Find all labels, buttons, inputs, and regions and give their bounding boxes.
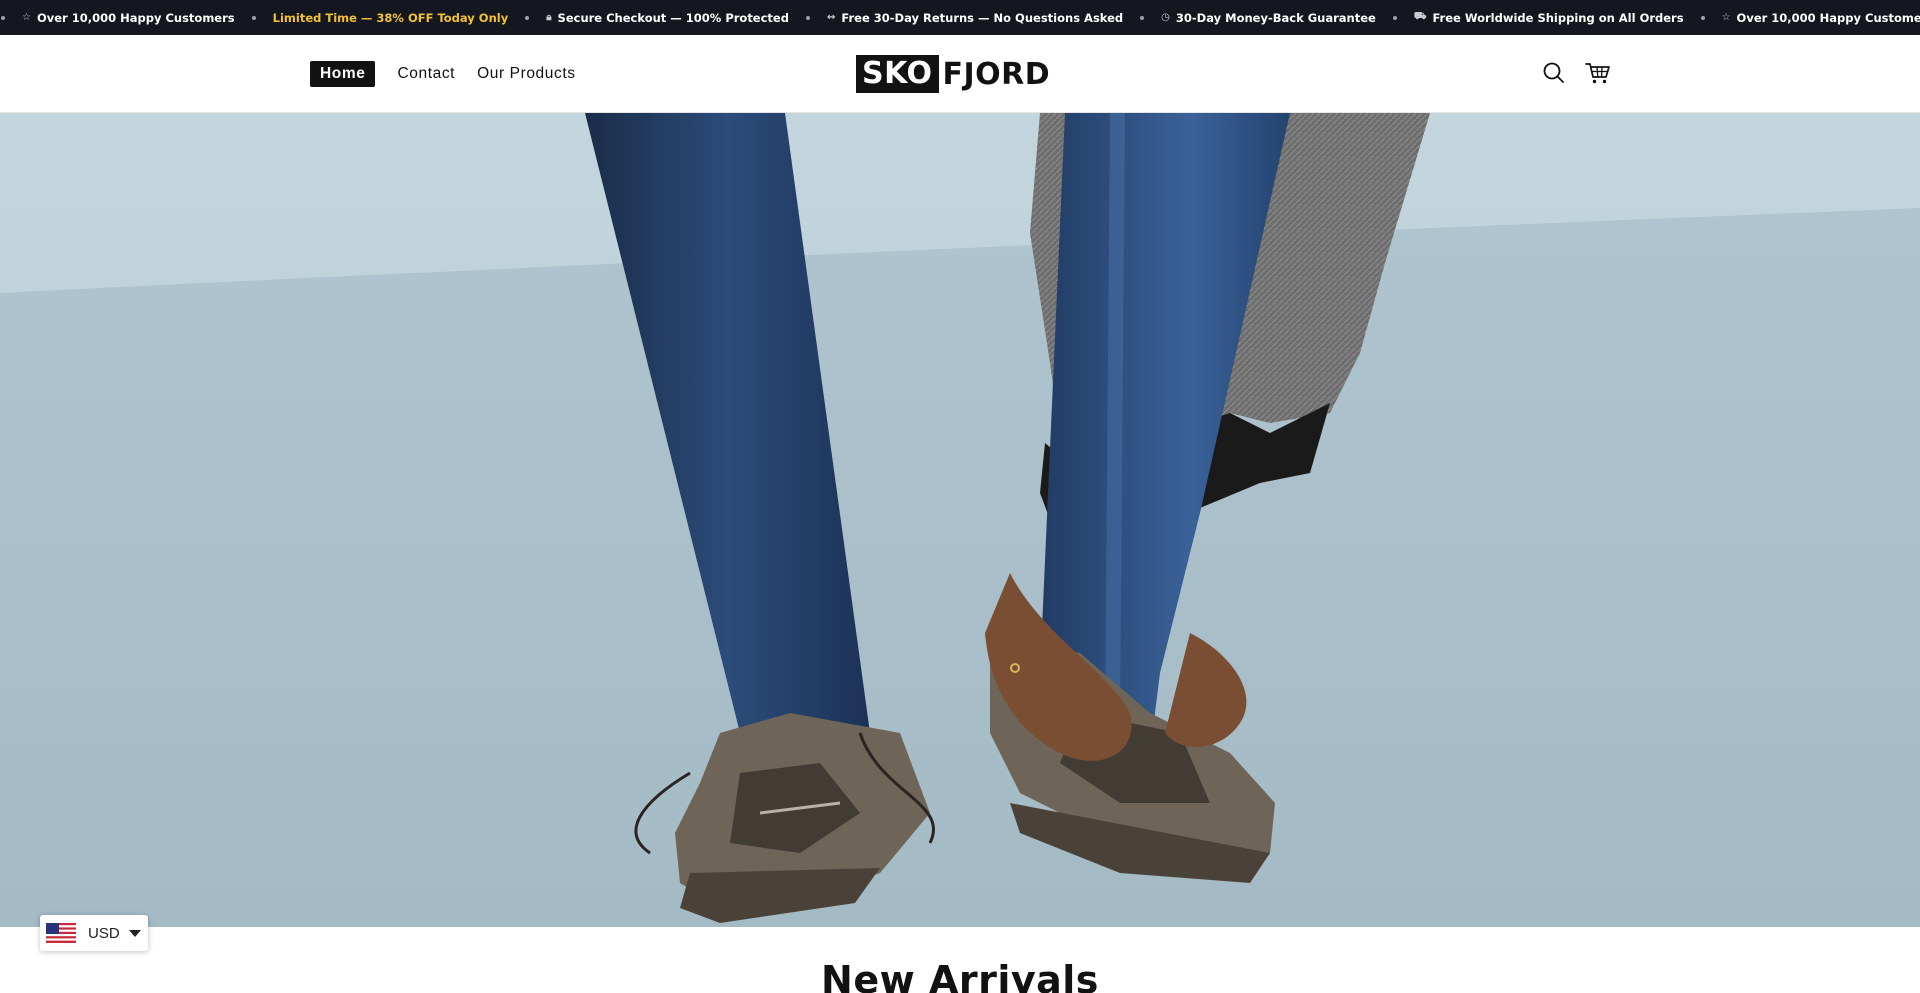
currency-selector[interactable]: USD (40, 915, 148, 951)
separator-dot (251, 15, 256, 20)
currency-code: USD (88, 924, 120, 942)
clock-icon: ◷ (1161, 12, 1170, 23)
main-nav: Home Contact Our Products (310, 61, 598, 87)
separator-dot (1, 15, 5, 20)
separator-dot (525, 15, 530, 20)
announcement-item: ☆ Over 10,000 Happy Customers (22, 0, 235, 35)
announcement-text: Secure Checkout — 100% Protected (557, 10, 789, 25)
announcement-item: 🔒︎ Secure Checkout — 100% Protected (546, 0, 789, 35)
announcement-track: ☆ Over 10,000 Happy Customers Limited Time… (0, 0, 1920, 35)
star-icon: ☆ (22, 12, 31, 23)
separator-dot (1140, 15, 1145, 20)
search-icon (1543, 62, 1564, 83)
separator-dot (1392, 15, 1397, 20)
announcement-text: Over 10,000 Happy Customers (36, 10, 235, 25)
hero-image (0, 113, 1920, 927)
hero-banner (0, 113, 1920, 927)
section-title: New Arrivals (821, 958, 1099, 993)
site-logo[interactable]: SKO FJORD (856, 55, 1050, 93)
separator-dot (805, 15, 810, 20)
chevron-down-icon (128, 929, 141, 937)
announcement-text: Over 10,000 Happy Customers (1736, 10, 1920, 25)
cart-button[interactable] (1584, 59, 1612, 87)
nav-our-products[interactable]: Our Products (477, 65, 576, 83)
announcement-text: Limited Time — 38% OFF Today Only (272, 10, 509, 25)
site-header: Home Contact Our Products SKO FJORD (0, 35, 1920, 113)
logo-text: FJORD (942, 56, 1051, 92)
announcement-bar: ☆ Over 10,000 Happy Customers Limited Time… (0, 0, 1920, 35)
cart-icon (1585, 63, 1610, 84)
announcement-item: ◷ 30-Day Money-Back Guarantee (1161, 0, 1376, 35)
logo-boxed-text: SKO (856, 55, 939, 93)
truck-icon: ⛟ (1413, 11, 1427, 22)
announcement-text: Free 30-Day Returns — No Questions Asked (841, 10, 1124, 25)
announcement-item: ⛟ Free Worldwide Shipping on All Orders (1414, 0, 1684, 35)
lock-icon: 🔒︎ (546, 12, 552, 23)
separator-dot (1700, 15, 1705, 20)
announcement-item: ↔ Free 30-Day Returns — No Questions Aske… (827, 0, 1123, 35)
announcement-item: ☆ Over 10,000 Happy Customers (1722, 0, 1920, 35)
star-icon: ☆ (1721, 12, 1731, 23)
us-flag-icon (46, 923, 76, 943)
search-button[interactable] (1540, 59, 1568, 87)
nav-home[interactable]: Home (310, 61, 376, 87)
announcement-text: Free Worldwide Shipping on All Orders (1432, 10, 1684, 25)
announcement-text: 30-Day Money-Back Guarantee (1175, 10, 1376, 25)
nav-contact[interactable]: Contact (397, 65, 455, 83)
return-arrows-icon: ↔ (826, 12, 836, 23)
announcement-item: Limited Time — 38% OFF Today Only (273, 0, 509, 35)
